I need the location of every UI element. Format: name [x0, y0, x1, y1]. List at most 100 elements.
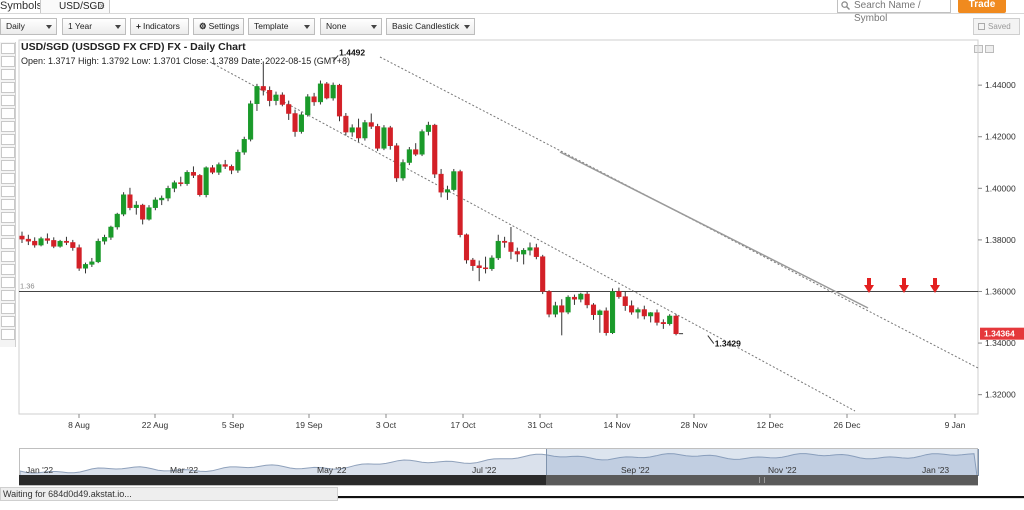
price-chart[interactable]: 1.320001.340001.360001.380001.400001.420…: [0, 0, 1024, 510]
candle-down: [584, 293, 590, 306]
candle-down: [356, 127, 362, 139]
horizontal-level-label: 1.36: [20, 281, 35, 290]
navigator-label: Jul '22: [472, 465, 497, 475]
candle-down: [70, 242, 76, 248]
annotation-leader: [332, 55, 339, 62]
candle-down: [279, 94, 285, 105]
x-tick-label: 5 Sep: [222, 420, 244, 430]
candle-down: [476, 265, 482, 269]
chart-grid: [18, 39, 979, 415]
navigator-selection[interactable]: [546, 449, 979, 476]
candle-down: [546, 291, 552, 315]
candle-down: [178, 182, 184, 184]
candle-up: [521, 249, 527, 255]
candle-up: [419, 131, 425, 155]
candle-up: [597, 310, 603, 315]
candle-down: [654, 312, 660, 323]
candle-up: [216, 164, 222, 173]
x-tick-label: 3 Oct: [376, 420, 397, 430]
candle-down: [508, 242, 514, 252]
candle-up: [241, 139, 247, 153]
candle-up: [114, 213, 120, 228]
x-axis: 8 Aug 22 Aug 5 Sep 19 Sep 3 Oct 17 Oct 31 Oct 1…: [68, 414, 966, 430]
resistance-trend-line: [559, 151, 869, 309]
annotation-label: 1.3429: [715, 339, 741, 349]
candle-down: [673, 315, 679, 335]
candle-up: [444, 189, 450, 193]
candle-down: [229, 166, 235, 171]
y-tick-label: 1.40000: [985, 183, 1016, 193]
candle-down: [336, 84, 343, 117]
candle-down: [140, 204, 146, 220]
candle-down: [413, 149, 419, 155]
last-price-label: 1.34364: [984, 329, 1015, 339]
candle-down: [44, 238, 50, 241]
candle-up: [108, 226, 114, 238]
candle-down: [375, 126, 381, 149]
candle-down: [76, 247, 82, 269]
annotation-label: 1.4492: [339, 47, 365, 57]
candle-down: [387, 127, 393, 147]
candle-down: [197, 175, 203, 196]
candle-down: [629, 305, 635, 313]
candle-up: [203, 167, 209, 196]
candle-down: [190, 172, 196, 176]
x-tick-label: 9 Jan: [945, 420, 966, 430]
candle-down: [311, 96, 317, 103]
candle-up: [171, 182, 177, 189]
candle-down: [463, 234, 470, 261]
candle-up: [254, 86, 260, 104]
candle-up: [89, 261, 95, 265]
candle-up: [82, 264, 89, 269]
sell-arrow-icon: [864, 278, 874, 293]
candle-up: [184, 172, 190, 184]
candle-up: [102, 237, 108, 242]
sell-arrow-icon: [899, 278, 909, 293]
candle-down: [533, 247, 539, 257]
candle-up: [165, 188, 171, 199]
candle-down: [292, 113, 298, 132]
candle-up: [298, 114, 304, 132]
candle-down: [622, 296, 628, 306]
candle-down: [457, 171, 463, 235]
candle-down: [394, 145, 400, 179]
navigator-label: Sep '22: [621, 465, 650, 475]
candle-up: [578, 293, 584, 300]
candle-down: [502, 240, 508, 243]
plot-frame: [18, 39, 979, 415]
candle-up: [273, 94, 279, 101]
candle-up: [527, 247, 533, 251]
candle-down: [343, 115, 349, 133]
candle-down: [571, 296, 578, 300]
candle-up: [152, 199, 158, 208]
arrow-shaft: [867, 278, 871, 286]
y-tick-label: 1.32000: [985, 390, 1016, 400]
x-tick-label: 19 Sep: [296, 420, 323, 430]
candle-up: [635, 309, 641, 313]
candle-down: [603, 310, 609, 334]
candle-down: [25, 238, 31, 242]
candle-down: [63, 240, 70, 243]
candle-down: [368, 122, 374, 127]
x-tick-label: 31 Oct: [527, 420, 553, 430]
candle-down: [260, 86, 266, 91]
navigator-scrollbar[interactable]: [19, 475, 978, 485]
candle-up: [317, 83, 323, 103]
candle-up: [38, 238, 44, 246]
candle-up: [425, 124, 431, 132]
y-tick-label: 1.44000: [985, 80, 1016, 90]
navigator-label: Jan '23: [922, 465, 950, 475]
y-tick-label: 1.36000: [985, 286, 1016, 296]
candle-up: [362, 122, 368, 139]
candle-down: [483, 267, 489, 270]
candle-up: [451, 171, 457, 190]
x-tick-label: 17 Oct: [450, 420, 476, 430]
x-tick-label: 8 Aug: [68, 420, 90, 430]
candle-down: [616, 291, 622, 297]
status-bar: Waiting for 684d0d49.akstat.io...: [0, 487, 338, 501]
candles: [19, 61, 679, 336]
candle-down: [19, 235, 25, 240]
drawn-trendlines: 1.36: [19, 56, 979, 412]
annotation-leader: [707, 335, 715, 344]
candle-down: [660, 322, 666, 324]
